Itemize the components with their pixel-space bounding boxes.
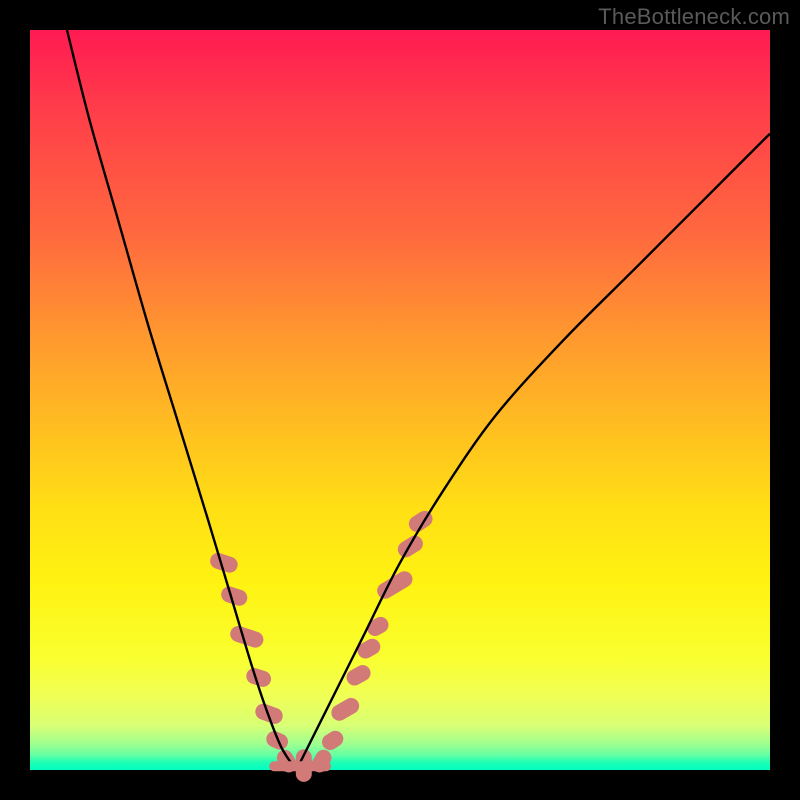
chart-frame: TheBottleneck.com <box>0 0 800 800</box>
watermark-text: TheBottleneck.com <box>598 4 790 30</box>
bottleneck-curve-left <box>67 30 296 770</box>
plot-area <box>30 30 770 770</box>
curve-svg <box>30 30 770 770</box>
curve-marker <box>319 728 346 753</box>
curve-marker <box>328 695 362 724</box>
curve-marker <box>355 636 383 661</box>
marker-group <box>208 508 436 782</box>
